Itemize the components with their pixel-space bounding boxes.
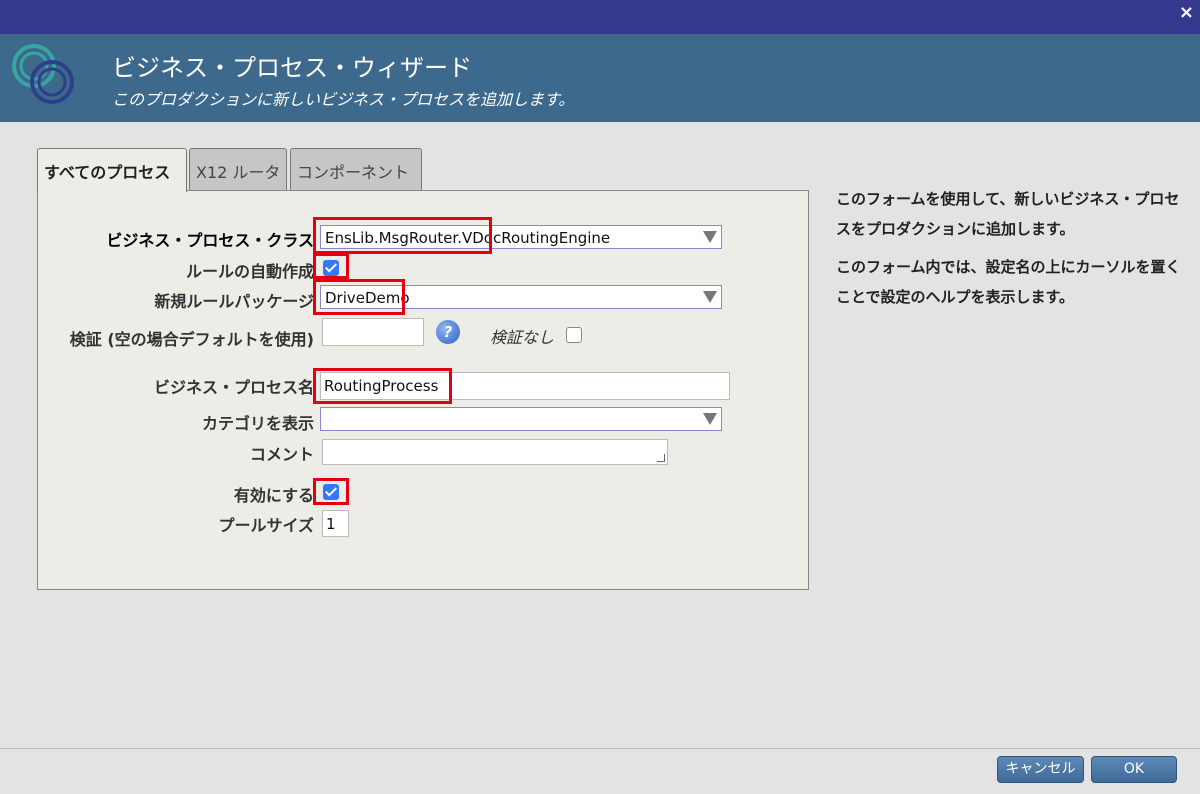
category-select[interactable]	[320, 407, 722, 431]
help-text-2: このフォーム内では、設定名の上にカーソルを置くことで設定のヘルプを表示します。	[836, 258, 1181, 306]
cancel-button[interactable]: キャンセル	[997, 756, 1084, 783]
enabled-checkbox[interactable]	[323, 484, 339, 500]
dropdown-arrow-icon	[703, 231, 717, 243]
footer-divider	[0, 748, 1200, 749]
dropdown-arrow-icon	[703, 413, 717, 425]
category-label: カテゴリを表示	[201, 414, 314, 433]
no-validation-checkbox[interactable]	[566, 327, 582, 343]
pool-size-input[interactable]: 1	[322, 510, 349, 537]
auto-rule-checkbox[interactable]	[323, 260, 339, 276]
intersystems-logo-icon	[12, 44, 74, 104]
help-text-1: このフォームを使用して、新しいビジネス・プロセスをプロダクションに追加します。	[836, 190, 1180, 238]
validation-label: 検証 (空の場合デフォルトを使用)	[69, 330, 314, 349]
rule-package-label: 新規ルールパッケージ	[154, 292, 314, 311]
bp-name-label: ビジネス・プロセス名	[153, 378, 314, 397]
auto-rule-label: ルールの自動作成	[185, 262, 314, 281]
close-icon[interactable]: ×	[1179, 2, 1194, 23]
validation-input[interactable]	[322, 318, 424, 346]
bp-class-value: EnsLib.MsgRouter.VDocRoutingEngine	[325, 229, 611, 247]
wizard-title: ビジネス・プロセス・ウィザード	[112, 54, 472, 82]
rule-package-select[interactable]: DriveDemo	[320, 285, 722, 309]
bp-class-label: ビジネス・プロセス・クラス	[106, 231, 314, 250]
bp-class-select[interactable]: EnsLib.MsgRouter.VDocRoutingEngine	[320, 225, 722, 249]
resize-handle-icon[interactable]	[657, 454, 665, 462]
help-icon[interactable]: ?	[436, 320, 460, 344]
comment-textarea[interactable]	[322, 439, 668, 465]
no-validation-label: 検証なし	[490, 328, 555, 347]
enabled-label: 有効にする	[233, 486, 314, 505]
tab-components[interactable]: コンポーネント	[290, 148, 422, 190]
tab-x12-router[interactable]: X12 ルータ	[189, 148, 287, 190]
pool-size-label: プールサイズ	[218, 516, 314, 535]
wizard-subtitle: このプロダクションに新しいビジネス・プロセスを追加します。	[112, 90, 575, 109]
comment-label: コメント	[249, 445, 314, 464]
rule-package-value: DriveDemo	[325, 289, 410, 307]
window-titlebar	[0, 0, 1200, 34]
ok-button[interactable]: OK	[1091, 756, 1177, 783]
bp-name-input[interactable]: RoutingProcess	[320, 372, 730, 400]
dropdown-arrow-icon	[703, 291, 717, 303]
tab-all-processes[interactable]: すべてのプロセス	[37, 148, 187, 192]
